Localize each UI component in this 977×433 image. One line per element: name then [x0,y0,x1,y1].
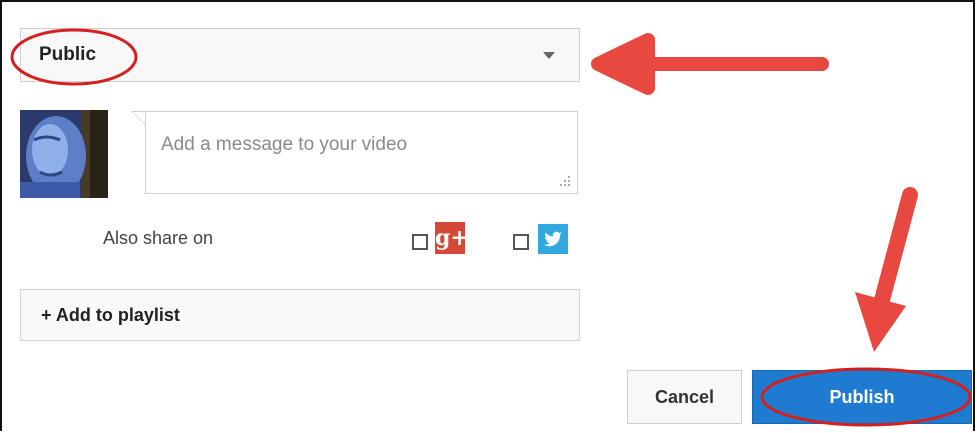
chevron-down-icon[interactable] [543,52,555,59]
avatar [20,110,108,198]
twitter-icon [538,224,568,254]
resize-grip-icon[interactable] [557,173,571,187]
add-to-playlist-button[interactable]: + Add to playlist [20,289,580,341]
privacy-selected-value: Public [39,44,97,65]
google-plus-icon: g+ [435,222,469,254]
gplus-share-checkbox[interactable] [412,234,428,250]
privacy-dropdown[interactable]: Public [20,28,580,82]
message-area: Add a message to your video [131,111,578,194]
share-label: Also share on [103,228,214,248]
publish-button[interactable]: Publish [752,370,972,424]
message-input[interactable]: Add a message to your video [145,111,578,194]
speech-bubble-tail-inner [133,112,145,124]
message-placeholder: Add a message to your video [161,134,408,155]
cancel-button[interactable]: Cancel [627,370,742,424]
twitter-share-checkbox[interactable] [513,234,529,250]
add-to-playlist-label: + Add to playlist [41,305,180,325]
